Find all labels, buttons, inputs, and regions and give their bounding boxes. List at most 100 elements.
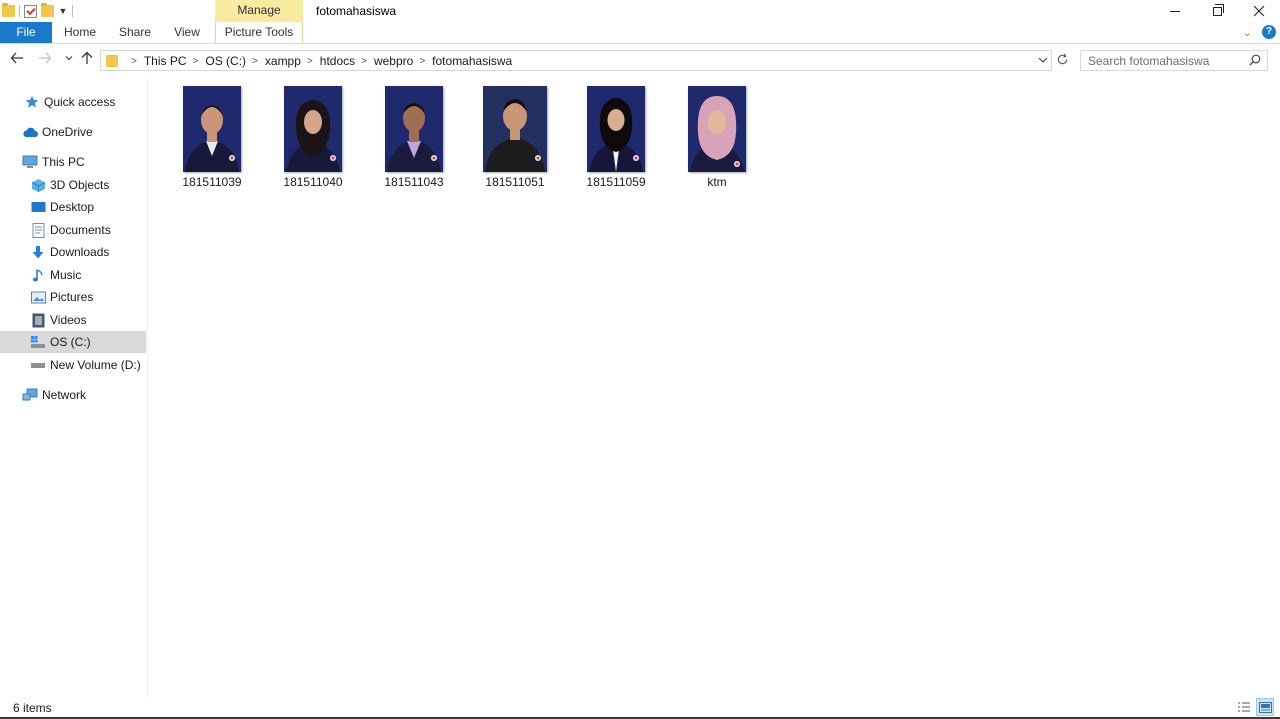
minimize-button[interactable]	[1154, 0, 1196, 22]
window-controls	[1154, 0, 1280, 22]
document-icon	[30, 222, 46, 238]
nav-label: OneDrive	[42, 125, 93, 139]
search-input[interactable]	[1081, 51, 1241, 70]
breadcrumb-separator-icon[interactable]: >	[131, 56, 137, 67]
nav-label: OS (C:)	[50, 335, 91, 349]
up-button[interactable]	[78, 51, 96, 69]
folder-icon	[2, 3, 15, 17]
breadcrumb-separator-icon[interactable]: >	[419, 56, 425, 67]
toolbar-divider	[19, 5, 20, 17]
nav-label: Desktop	[50, 200, 95, 214]
nav-new-volume-d[interactable]: New Volume (D:)	[0, 354, 146, 376]
title-bar: ▼ Manage fotomahasiswa	[0, 0, 1280, 22]
file-item[interactable]: 181511040	[263, 84, 363, 194]
nav-music[interactable]: Music	[0, 264, 146, 286]
restore-button[interactable]	[1196, 0, 1238, 22]
nav-label: Downloads	[50, 245, 110, 259]
breadcrumb-fotomahasiswa[interactable]: fotomahasiswa	[432, 54, 512, 68]
details-view-icon	[1238, 702, 1250, 712]
nav-label: Videos	[50, 313, 87, 327]
film-icon	[30, 312, 46, 328]
view-toggle	[1235, 698, 1274, 716]
photo-thumbnail-icon	[483, 86, 547, 172]
desktop-icon	[30, 199, 46, 215]
properties-icon[interactable]	[24, 4, 37, 18]
file-list: 181511039 181511040 181511043 181511051 …	[150, 78, 1280, 698]
address-bar[interactable]: > This PC > OS (C:) > xampp > htdocs > w…	[100, 50, 1052, 71]
breadcrumb-xampp[interactable]: xampp	[265, 54, 301, 68]
computer-icon	[22, 154, 38, 170]
search-icon[interactable]	[1249, 54, 1261, 66]
nav-label: Pictures	[50, 290, 94, 304]
breadcrumb-htdocs[interactable]: htdocs	[320, 54, 355, 68]
photo-thumbnail-icon	[183, 86, 241, 172]
tab-picture-tools[interactable]: Picture Tools	[215, 22, 303, 43]
tab-share[interactable]: Share	[115, 22, 155, 43]
nav-quick-access[interactable]: Quick access	[0, 91, 146, 113]
nav-3d-objects[interactable]: 3D Objects	[0, 174, 146, 196]
nav-this-pc[interactable]: This PC	[0, 151, 146, 173]
window-title: fotomahasiswa	[316, 4, 397, 18]
nav-label: Music	[50, 268, 82, 282]
breadcrumb-os-c[interactable]: OS (C:)	[205, 54, 246, 68]
breadcrumb-separator-icon[interactable]: >	[361, 56, 367, 67]
back-button[interactable]	[8, 51, 26, 69]
breadcrumb-webpro[interactable]: webpro	[374, 54, 413, 68]
chevron-down-icon	[65, 56, 73, 61]
breadcrumb-separator-icon[interactable]: >	[252, 56, 258, 67]
address-history-button[interactable]	[1037, 54, 1049, 69]
nav-label: Network	[42, 388, 87, 402]
drive-icon	[30, 357, 46, 373]
search-box[interactable]	[1080, 50, 1268, 71]
forward-button[interactable]	[36, 51, 54, 69]
file-item[interactable]: 181511051	[465, 84, 565, 194]
tab-view[interactable]: View	[170, 22, 204, 43]
manage-contextual-tab[interactable]: Manage	[215, 0, 303, 22]
nav-label: This PC	[42, 155, 85, 169]
nav-pictures[interactable]: Pictures	[0, 286, 146, 308]
toolbar-divider	[72, 5, 73, 17]
nav-desktop[interactable]: Desktop	[0, 196, 146, 218]
large-icons-view-button[interactable]	[1256, 698, 1274, 716]
nav-documents[interactable]: Documents	[0, 219, 146, 241]
nav-label: New Volume (D:)	[50, 358, 141, 372]
file-name: 181511059	[586, 175, 646, 189]
windows-drive-icon	[30, 334, 46, 350]
tab-home[interactable]: Home	[58, 22, 102, 43]
breadcrumb: > This PC > OS (C:) > xampp > htdocs > w…	[125, 54, 512, 68]
item-count: 6 items	[13, 701, 52, 715]
nav-onedrive[interactable]: OneDrive	[0, 121, 146, 143]
file-item[interactable]: ktm	[667, 84, 767, 194]
recent-locations-button[interactable]	[60, 51, 78, 69]
cloud-icon	[22, 124, 38, 140]
picture-icon	[30, 289, 46, 305]
customize-toolbar-dropdown-icon[interactable]: ▼	[58, 6, 68, 16]
breadcrumb-separator-icon[interactable]: >	[307, 56, 313, 67]
file-item[interactable]: 181511043	[364, 84, 464, 194]
expand-ribbon-icon[interactable]: ⌄	[1243, 26, 1252, 39]
cube-icon	[30, 177, 46, 193]
file-name: 181511039	[182, 175, 242, 189]
minimize-icon	[1170, 10, 1180, 12]
file-item[interactable]: 181511059	[566, 84, 666, 194]
refresh-button[interactable]	[1054, 53, 1070, 69]
file-item[interactable]: 181511039	[162, 84, 262, 194]
music-note-icon	[30, 267, 46, 283]
ribbon-controls: ⌄ ?	[1243, 25, 1276, 39]
new-folder-icon[interactable]	[41, 3, 54, 17]
breadcrumb-this-pc[interactable]: This PC	[144, 54, 187, 68]
close-button[interactable]	[1238, 0, 1280, 22]
navigation-pane: Quick access OneDrive This PC 3D Objects…	[0, 78, 148, 698]
nav-os-c[interactable]: OS (C:)	[0, 331, 146, 353]
nav-videos[interactable]: Videos	[0, 309, 146, 331]
help-icon[interactable]: ?	[1262, 25, 1276, 39]
nav-network[interactable]: Network	[0, 384, 146, 406]
nav-downloads[interactable]: Downloads	[0, 241, 146, 263]
breadcrumb-separator-icon[interactable]: >	[193, 56, 199, 67]
tab-file[interactable]: File	[0, 22, 52, 43]
up-arrow-icon	[81, 51, 93, 64]
status-bar: 6 items	[0, 698, 1280, 719]
star-icon	[24, 94, 40, 110]
photo-thumbnail-icon	[284, 86, 342, 172]
details-view-button[interactable]	[1235, 698, 1253, 716]
